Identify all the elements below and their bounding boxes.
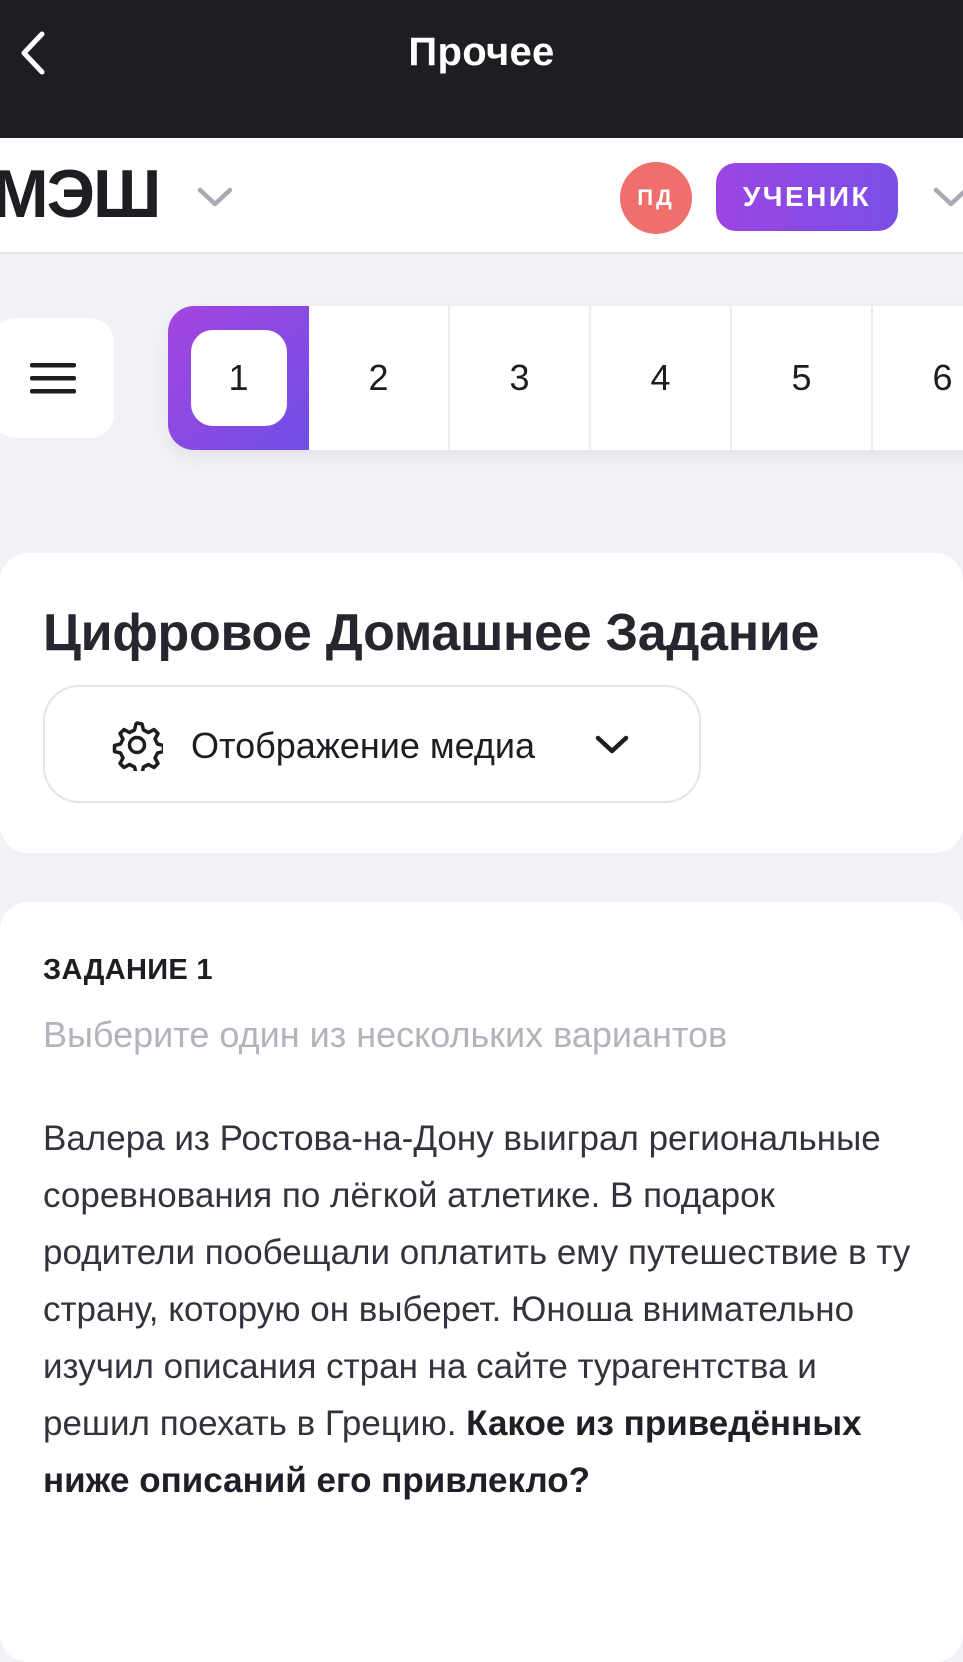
top-navigation-bar: Прочее bbox=[0, 0, 963, 138]
app-logo: МЭШ bbox=[0, 156, 161, 232]
avatar[interactable]: ПД bbox=[620, 162, 692, 234]
chevron-down-icon bbox=[595, 735, 629, 754]
media-display-button[interactable]: Отображение медиа bbox=[43, 685, 701, 803]
chevron-down-icon[interactable] bbox=[930, 182, 963, 212]
task-number-tabs: 1 2 3 4 5 6 bbox=[168, 306, 963, 450]
task-tab-5[interactable]: 5 bbox=[732, 306, 873, 450]
task-body: Валера из Ростова-на-Дону выиграл регион… bbox=[43, 1119, 911, 1443]
task-tab-1[interactable]: 1 bbox=[168, 306, 309, 450]
task-tab-4[interactable]: 4 bbox=[591, 306, 732, 450]
task-tab-6[interactable]: 6 bbox=[873, 306, 963, 450]
task-tab-3[interactable]: 3 bbox=[450, 306, 591, 450]
menu-button[interactable] bbox=[0, 318, 114, 438]
gear-icon bbox=[112, 721, 163, 771]
chevron-down-icon[interactable] bbox=[194, 182, 236, 212]
task-tab-2[interactable]: 2 bbox=[309, 306, 450, 450]
task-tab-label: 1 bbox=[190, 330, 287, 426]
media-display-label: Отображение медиа bbox=[191, 725, 536, 766]
task-text: Валера из Ростова-на-Дону выиграл регион… bbox=[43, 1110, 923, 1509]
title-card: Цифровое Домашнее Задание Отображение ме… bbox=[0, 553, 963, 853]
page-title: Цифровое Домашнее Задание bbox=[43, 604, 820, 662]
task-hint: Выберите один из нескольких вариантов bbox=[43, 1014, 728, 1055]
task-card: ЗАДАНИЕ 1 Выберите один из нескольких ва… bbox=[0, 902, 963, 1662]
screen-title: Прочее bbox=[408, 30, 555, 74]
role-button[interactable]: УЧЕНИК bbox=[716, 163, 898, 231]
hamburger-menu-icon bbox=[30, 363, 76, 394]
app-header: МЭШ ПД УЧЕНИК bbox=[0, 138, 963, 254]
task-label: ЗАДАНИЕ 1 bbox=[43, 954, 213, 986]
